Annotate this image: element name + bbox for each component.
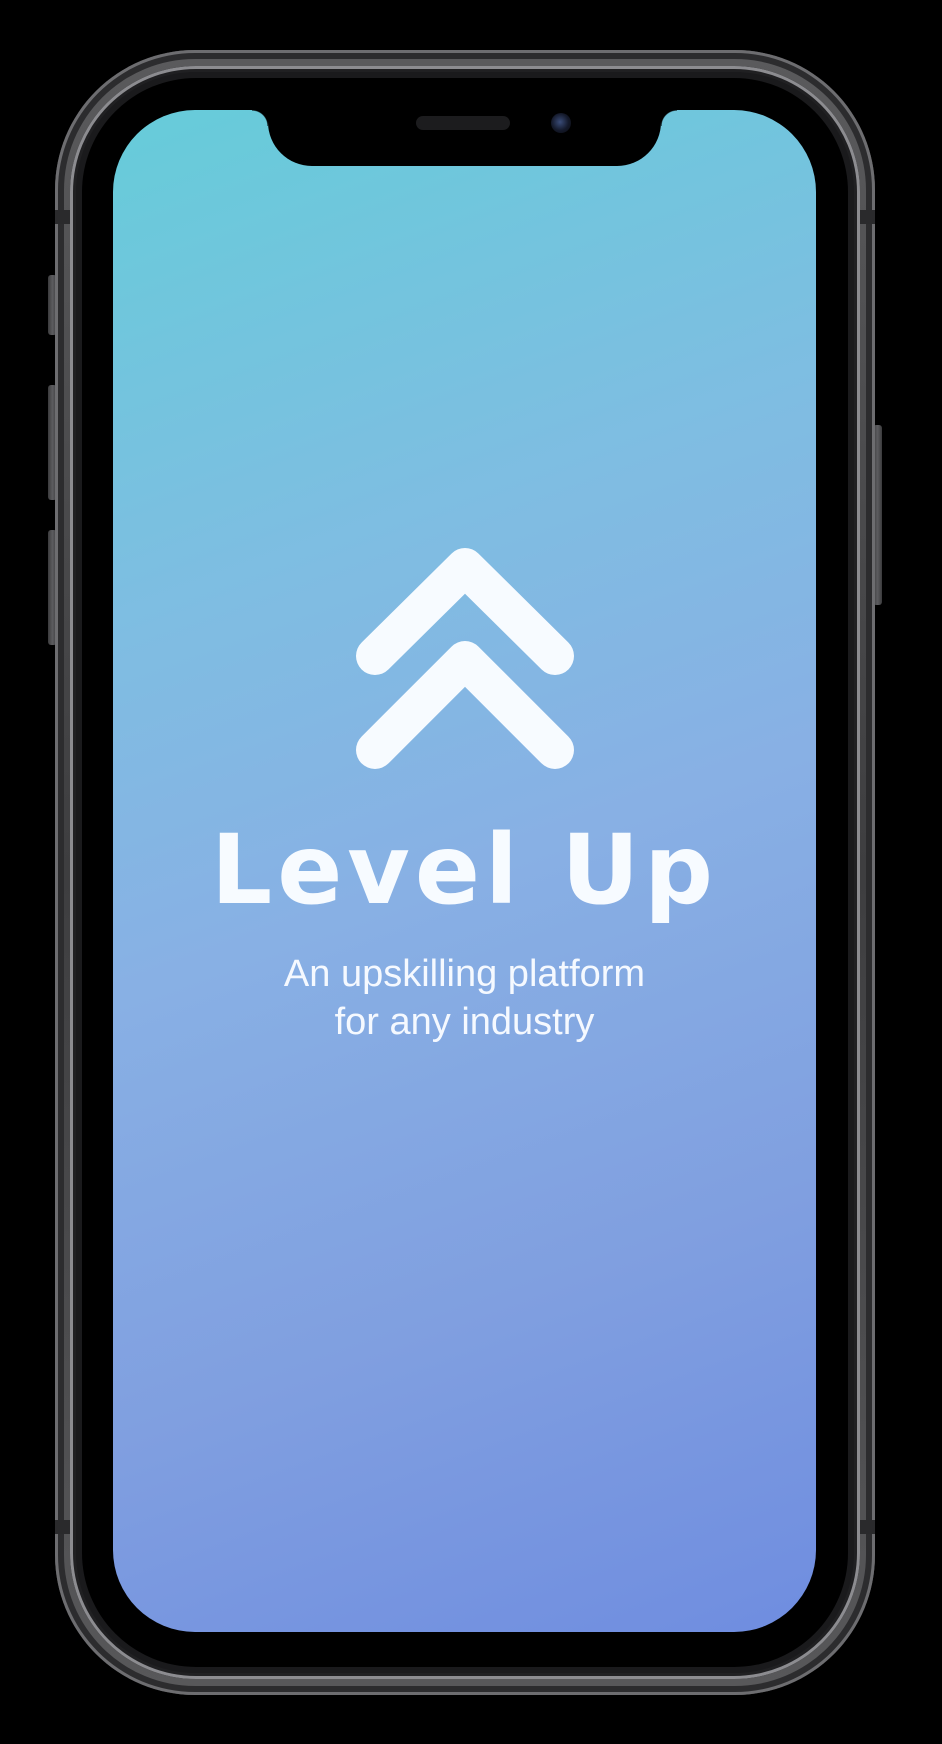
tagline-line-1: An upskilling platform xyxy=(283,953,646,995)
earpiece-speaker xyxy=(416,116,510,130)
antenna-band xyxy=(858,210,875,224)
tagline-line-2: for any industry xyxy=(334,1001,595,1043)
splash-screen[interactable]: Level Up An upskilling platform for any … xyxy=(113,110,816,1632)
app-title: Level Up xyxy=(211,814,718,926)
antenna-band xyxy=(858,1520,875,1534)
notch xyxy=(252,110,677,166)
tagline: An upskilling platform for any industry xyxy=(113,950,816,1046)
device-mockup: Level Up An upskilling platform for any … xyxy=(0,0,942,1744)
front-camera-icon xyxy=(551,113,571,133)
double-chevron-up-icon xyxy=(356,548,574,769)
